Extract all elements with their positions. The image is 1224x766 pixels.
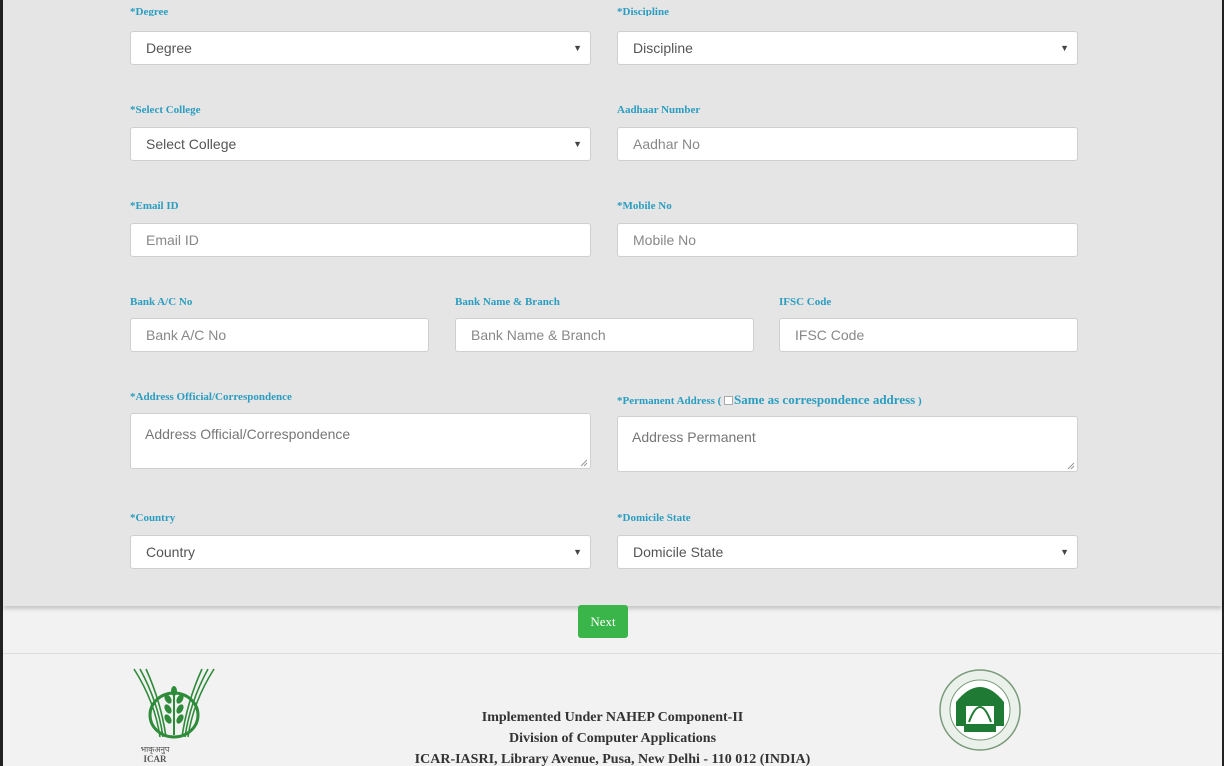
permanent-address-close-paren: ) xyxy=(917,395,922,407)
chevron-down-icon: ▼ xyxy=(1060,43,1069,53)
degree-select[interactable]: Degree ▼ xyxy=(130,31,591,65)
domicile-value: Domicile State xyxy=(633,544,724,560)
discipline-select[interactable]: Discipline ▼ xyxy=(617,31,1078,65)
bank-name-label: Bank Name & Branch xyxy=(455,296,560,308)
bank-ac-label: Bank A/C No xyxy=(130,296,193,308)
same-as-correspondence-label[interactable]: Same as correspondence address xyxy=(734,392,915,407)
address-permanent-textarea[interactable]: Address Permanent xyxy=(617,416,1078,472)
mobile-placeholder: Mobile No xyxy=(633,232,697,248)
discipline-label: *Discipline xyxy=(617,6,669,16)
discipline-value: Discipline xyxy=(633,40,693,56)
ifsc-input[interactable]: IFSC Code xyxy=(779,318,1078,352)
footer-line-3: ICAR-IASRI, Library Avenue, Pusa, New De… xyxy=(414,752,811,766)
address-official-label: *Address Official/Correspondence xyxy=(130,391,292,403)
college-label: *Select College xyxy=(130,104,201,116)
next-button[interactable]: Next xyxy=(578,605,628,638)
college-value: Select College xyxy=(146,136,237,152)
aadhaar-label: Aadhaar Number xyxy=(617,104,701,116)
form-panel: *Degree Degree ▼ *Discipline Discipline … xyxy=(3,0,1222,606)
email-placeholder: Email ID xyxy=(146,232,199,248)
country-value: Country xyxy=(146,544,196,560)
country-select[interactable]: Country ▼ xyxy=(130,535,591,569)
bank-ac-input[interactable]: Bank A/C No xyxy=(130,318,429,352)
chevron-down-icon: ▼ xyxy=(573,43,582,53)
degree-label: *Degree xyxy=(130,6,169,16)
email-label: *Email ID xyxy=(130,200,179,212)
bank-ac-placeholder: Bank A/C No xyxy=(146,327,227,343)
ifsc-placeholder: IFSC Code xyxy=(795,327,865,343)
email-input[interactable]: Email ID xyxy=(130,223,591,257)
college-select[interactable]: Select College ▼ xyxy=(130,127,591,161)
resize-handle-icon[interactable] xyxy=(1066,461,1075,470)
permanent-address-label-text: *Permanent Address ( xyxy=(617,395,722,407)
address-official-placeholder: Address Official/Correspondence xyxy=(145,426,351,442)
address-official-textarea[interactable]: Address Official/Correspondence xyxy=(130,413,591,469)
chevron-down-icon: ▼ xyxy=(573,547,582,557)
footer-line-2: Division of Computer Applications xyxy=(508,731,717,746)
bank-name-input[interactable]: Bank Name & Branch xyxy=(455,318,754,352)
resize-handle-icon[interactable] xyxy=(579,458,588,467)
ifsc-label: IFSC Code xyxy=(779,296,832,308)
bank-name-placeholder: Bank Name & Branch xyxy=(471,327,606,343)
domicile-label: *Domicile State xyxy=(617,512,691,524)
country-label: *Country xyxy=(130,512,176,524)
chevron-down-icon: ▼ xyxy=(1060,547,1069,557)
same-as-correspondence-checkbox[interactable] xyxy=(724,396,734,405)
permanent-address-label: *Permanent Address ( Same as corresponde… xyxy=(617,392,922,408)
aadhaar-input[interactable]: Aadhar No xyxy=(617,127,1078,161)
mobile-input[interactable]: Mobile No xyxy=(617,223,1078,257)
degree-value: Degree xyxy=(146,40,192,56)
mobile-label: *Mobile No xyxy=(617,200,672,212)
domicile-select[interactable]: Domicile State ▼ xyxy=(617,535,1078,569)
footer-line-1: Implemented Under NAHEP Component-II xyxy=(481,710,744,725)
footer-divider xyxy=(3,653,1222,654)
address-permanent-placeholder: Address Permanent xyxy=(632,429,756,445)
aadhaar-placeholder: Aadhar No xyxy=(633,136,700,152)
chevron-down-icon: ▼ xyxy=(573,139,582,149)
